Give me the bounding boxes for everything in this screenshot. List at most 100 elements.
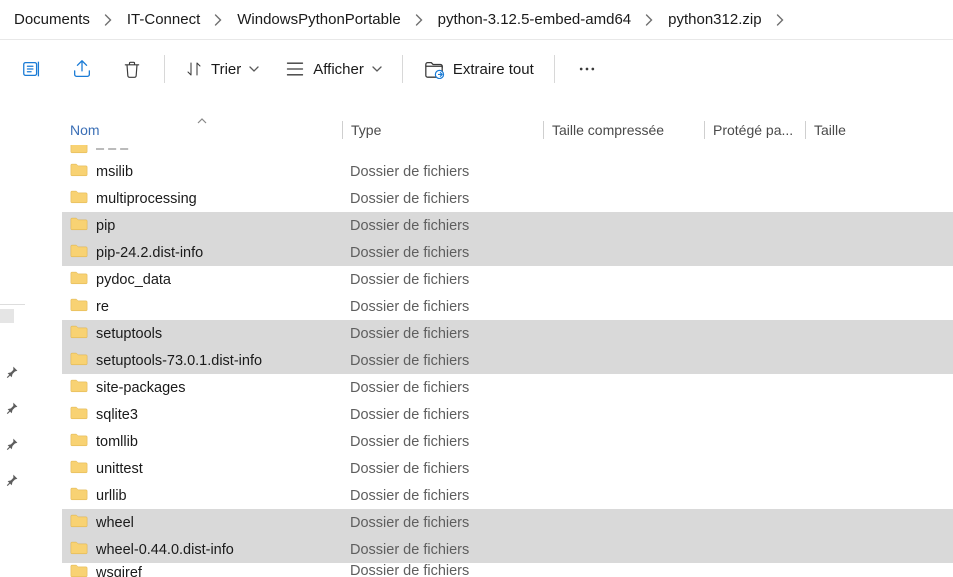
file-type: Dossier de fichiers — [350, 563, 469, 577]
file-type: Dossier de fichiers — [350, 245, 469, 261]
file-type: Dossier de fichiers — [350, 218, 469, 234]
folder-icon — [70, 243, 88, 262]
file-name: wsgiref — [96, 565, 142, 577]
column-headers: Nom Type Taille compressée Protégé pa...… — [62, 115, 953, 145]
chevron-right-icon[interactable] — [413, 14, 426, 26]
file-name: msilib — [96, 164, 133, 180]
file-name: site-packages — [96, 380, 185, 396]
column-header-protected[interactable]: Protégé pa... — [705, 115, 805, 145]
view-label: Afficher — [313, 61, 364, 78]
breadcrumb-item[interactable]: python-3.12.5-embed-amd64 — [428, 7, 641, 32]
file-type: Dossier de fichiers — [350, 380, 469, 396]
file-type: Dossier de fichiers — [350, 272, 469, 288]
file-name: setuptools-73.0.1.dist-info — [96, 353, 262, 369]
chevron-right-icon[interactable] — [643, 14, 656, 26]
table-row[interactable]: setuptools-73.0.1.dist-info Dossier de fi… — [62, 347, 953, 374]
file-type: Dossier de fichiers — [350, 488, 469, 504]
table-row[interactable]: tomllib Dossier de fichiers — [62, 428, 953, 455]
extract-label: Extraire tout — [453, 61, 534, 78]
toolbar-separator — [402, 55, 403, 83]
extract-all-button[interactable]: Extraire tout — [413, 49, 544, 89]
folder-icon — [70, 540, 88, 559]
file-type: Dossier de fichiers — [350, 461, 469, 477]
file-name: pydoc_data — [96, 272, 171, 288]
file-type: Dossier de fichiers — [350, 542, 469, 558]
folder-icon — [70, 145, 88, 158]
table-row[interactable]: re Dossier de fichiers — [62, 293, 953, 320]
pin-icon[interactable] — [0, 389, 25, 425]
file-type: Dossier de fichiers — [350, 164, 469, 180]
file-type: Dossier de fichiers — [350, 434, 469, 450]
file-type: Dossier de fichiers — [350, 353, 469, 369]
pin-icon[interactable] — [0, 353, 25, 389]
rename-button[interactable] — [10, 49, 54, 89]
table-row[interactable]: setuptools Dossier de fichiers — [62, 320, 953, 347]
column-header-compressed[interactable]: Taille compressée — [544, 115, 704, 145]
file-name: wheel-0.44.0.dist-info — [96, 542, 234, 558]
toolbar: Trier Afficher Extraire tout — [0, 40, 953, 98]
more-button[interactable] — [565, 49, 609, 89]
file-name: re — [96, 299, 109, 315]
file-name: pip — [96, 218, 115, 234]
file-list: Nom Type Taille compressée Protégé pa...… — [62, 115, 953, 573]
chevron-right-icon[interactable] — [774, 14, 787, 26]
file-name: urllib — [96, 488, 127, 504]
rail-separator — [0, 304, 25, 305]
table-row[interactable]: site-packages Dossier de fichiers — [62, 374, 953, 401]
table-row[interactable]: wheel-0.44.0.dist-info Dossier de fichier… — [62, 536, 953, 563]
file-type: Dossier de fichiers — [350, 515, 469, 531]
folder-icon — [70, 513, 88, 532]
quick-access-rail — [0, 300, 25, 497]
column-header-name[interactable]: Nom — [62, 115, 342, 145]
file-name: setuptools — [96, 326, 162, 342]
file-type: Dossier de fichiers — [350, 326, 469, 342]
sort-button[interactable]: Trier — [175, 49, 269, 89]
rail-highlight — [0, 309, 14, 323]
folder-icon — [70, 459, 88, 478]
table-row[interactable]: urllib Dossier de fichiers — [62, 482, 953, 509]
column-header-label: Protégé pa... — [713, 122, 793, 138]
share-button[interactable] — [60, 49, 104, 89]
column-header-type[interactable]: Type — [343, 115, 543, 145]
table-row[interactable]: – – – — [62, 145, 953, 158]
column-header-label: Nom — [70, 122, 100, 138]
table-row[interactable]: sqlite3 Dossier de fichiers — [62, 401, 953, 428]
table-row[interactable]: wheelDossier de fichiers — [62, 509, 953, 536]
pin-icon[interactable] — [0, 425, 25, 461]
delete-button[interactable] — [110, 49, 154, 89]
file-type: Dossier de fichiers — [350, 191, 469, 207]
folder-icon — [70, 297, 88, 316]
file-type: Dossier de fichiers — [350, 299, 469, 315]
sort-asc-icon — [197, 111, 207, 127]
breadcrumb-item[interactable]: IT-Connect — [117, 7, 210, 32]
column-header-label: Type — [351, 122, 381, 138]
chevron-right-icon[interactable] — [102, 14, 115, 26]
breadcrumb: Documents IT-Connect WindowsPythonPortab… — [0, 0, 953, 40]
table-row[interactable]: pip Dossier de fichiers — [62, 212, 953, 239]
breadcrumb-item[interactable]: python312.zip — [658, 7, 771, 32]
toolbar-separator — [554, 55, 555, 83]
chevron-down-icon — [372, 65, 382, 73]
folder-icon — [70, 486, 88, 505]
table-row[interactable]: msilib Dossier de fichiers — [62, 158, 953, 185]
file-name: tomllib — [96, 434, 138, 450]
table-row[interactable]: unittest Dossier de fichiers — [62, 455, 953, 482]
breadcrumb-label: WindowsPythonPortable — [237, 11, 400, 28]
breadcrumb-item[interactable]: WindowsPythonPortable — [227, 7, 410, 32]
file-name: unittest — [96, 461, 143, 477]
file-name: sqlite3 — [96, 407, 138, 423]
folder-icon — [70, 189, 88, 208]
breadcrumb-item[interactable]: Documents — [4, 7, 100, 32]
column-header-label: Taille — [814, 122, 846, 138]
folder-icon — [70, 432, 88, 451]
table-row[interactable]: multiprocessingDossier de fichiers — [62, 185, 953, 212]
chevron-right-icon[interactable] — [212, 14, 225, 26]
table-row[interactable]: pydoc_data Dossier de fichiers — [62, 266, 953, 293]
file-name: pip-24.2.dist-info — [96, 245, 203, 261]
column-header-size[interactable]: Taille — [806, 115, 906, 145]
pin-icon[interactable] — [0, 461, 25, 497]
table-row[interactable]: pip-24.2.dist-info Dossier de fichiers — [62, 239, 953, 266]
file-type: Dossier de fichiers — [350, 407, 469, 423]
table-row[interactable]: wsgiref Dossier de fichiers — [62, 563, 953, 577]
view-button[interactable]: Afficher — [275, 49, 392, 89]
